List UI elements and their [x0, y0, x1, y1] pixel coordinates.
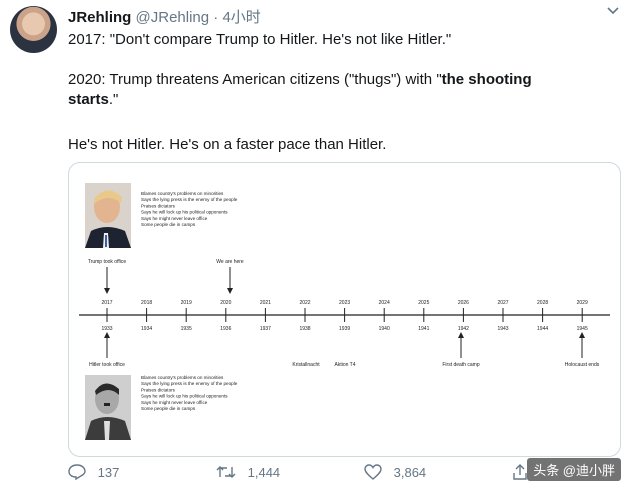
- tweet-line-2020-prefix: 2020: Trump threatens American citizens …: [68, 71, 442, 88]
- reply-button[interactable]: 137: [68, 464, 120, 481]
- top-year-label: 2019: [181, 300, 192, 306]
- reply-icon: [68, 464, 86, 481]
- tweet-line-2020: 2020: Trump threatens American citizens …: [68, 70, 532, 90]
- event-list-item: Blames country's problems on minorities: [141, 191, 224, 196]
- trump-photo: [85, 183, 131, 248]
- tweet-line-2020-suffix: .": [108, 91, 119, 108]
- tweet-header: JRehling @JRehling · 4小时: [68, 6, 261, 27]
- top-year-label: 2023: [339, 300, 350, 306]
- bottom-year-label: 1933: [101, 326, 112, 332]
- first-death-camp-label: First death camp: [442, 362, 479, 368]
- event-list-item: Blames country's problems on minorities: [141, 375, 224, 380]
- share-icon: [513, 464, 527, 480]
- trump-took-office-label: Trump took office: [88, 259, 127, 265]
- hitler-photo: [85, 375, 131, 440]
- tweet-bold-word: starts: [68, 91, 109, 108]
- bottom-year-label: 1937: [260, 326, 271, 332]
- bottom-year-label: 1944: [537, 326, 548, 332]
- top-year-label: 2022: [299, 300, 310, 306]
- bottom-year-label: 1935: [181, 326, 192, 332]
- bottom-year-label: 1938: [299, 326, 310, 332]
- watermark: 头条 @迪小胖: [527, 458, 621, 481]
- bottom-year-label: 1942: [458, 326, 469, 332]
- tweet-bold-phrase: the shooting: [441, 71, 532, 88]
- timeline-ticks: 2017 1933 2018 1934 2019 1935 2020 1936 2021 1937…: [101, 300, 588, 332]
- top-year-label: 2018: [141, 300, 152, 306]
- timeline-graphic: Blames country's problems on minoritiesS…: [79, 183, 610, 440]
- tweet-line-2020-cont: starts.": [68, 90, 118, 110]
- event-list-item: Says he will lock up his political oppon…: [141, 394, 228, 399]
- event-list-item: Some people die in camps: [141, 222, 196, 227]
- retweet-icon: [216, 466, 236, 478]
- trump-events-list: Blames country's problems on minoritiesS…: [141, 191, 238, 227]
- event-list-item: Says he might never leave office: [141, 216, 208, 221]
- like-count: 3,864: [393, 465, 427, 480]
- like-button[interactable]: 3,864: [364, 464, 426, 480]
- bottom-year-label: 1940: [379, 326, 390, 332]
- bottom-year-label: 1934: [141, 326, 152, 332]
- event-list-item: Says he might never leave office: [141, 400, 208, 405]
- bottom-year-label: 1941: [418, 326, 429, 332]
- bottom-year-label: 1945: [577, 326, 588, 332]
- tweet-line-conclusion: He's not Hitler. He's on a faster pace t…: [68, 136, 387, 153]
- top-year-label: 2026: [458, 300, 469, 306]
- top-year-label: 2020: [220, 300, 231, 306]
- tweet-timestamp[interactable]: 4小时: [222, 9, 260, 26]
- timeline-image[interactable]: Blames country's problems on minorities S…: [68, 162, 621, 457]
- retweet-button[interactable]: 1,444: [216, 464, 280, 480]
- kristallnacht-label: Kristallnacht: [292, 362, 320, 368]
- author-display-name[interactable]: JRehling: [68, 9, 131, 26]
- top-year-label: 2024: [379, 300, 390, 306]
- bottom-year-label: 1939: [339, 326, 350, 332]
- bottom-year-label: 1936: [220, 326, 231, 332]
- separator-dot: ·: [213, 9, 219, 26]
- tweet-line-2017: 2017: "Don't compare Trump to Hitler. He…: [68, 31, 452, 48]
- top-year-label: 2029: [577, 300, 588, 306]
- heart-icon: [364, 464, 382, 480]
- hitler-took-office-label: Hitler took office: [89, 362, 125, 368]
- share-button[interactable]: [512, 464, 528, 480]
- top-year-label: 2027: [497, 300, 508, 306]
- top-year-label: 2017: [101, 300, 112, 306]
- author-handle[interactable]: @JRehling: [136, 9, 210, 26]
- retweet-count: 1,444: [247, 465, 281, 480]
- event-list-item: Says the lying press is the enemy of the…: [141, 381, 238, 386]
- holocaust-ends-label: Holocaust ends: [565, 362, 600, 368]
- top-year-label: 2021: [260, 300, 271, 306]
- hitler-events-list: Blames country's problems on minoritiesS…: [141, 375, 238, 411]
- bottom-year-label: 1943: [497, 326, 508, 332]
- chevron-down-icon[interactable]: [607, 4, 619, 18]
- reply-count: 137: [97, 465, 120, 480]
- top-year-label: 2025: [418, 300, 429, 306]
- avatar[interactable]: [10, 6, 57, 53]
- top-year-label: 2028: [537, 300, 548, 306]
- event-list-item: Says he will lock up his political oppon…: [141, 210, 228, 215]
- event-list-item: Praises dictators: [141, 387, 176, 392]
- event-list-item: Praises dictators: [141, 203, 176, 208]
- event-list-item: Some people die in camps: [141, 406, 196, 411]
- we-are-here-label: We are here: [216, 259, 244, 265]
- aktion-t4-label: Aktion T4: [334, 362, 355, 368]
- event-list-item: Says the lying press is the enemy of the…: [141, 197, 238, 202]
